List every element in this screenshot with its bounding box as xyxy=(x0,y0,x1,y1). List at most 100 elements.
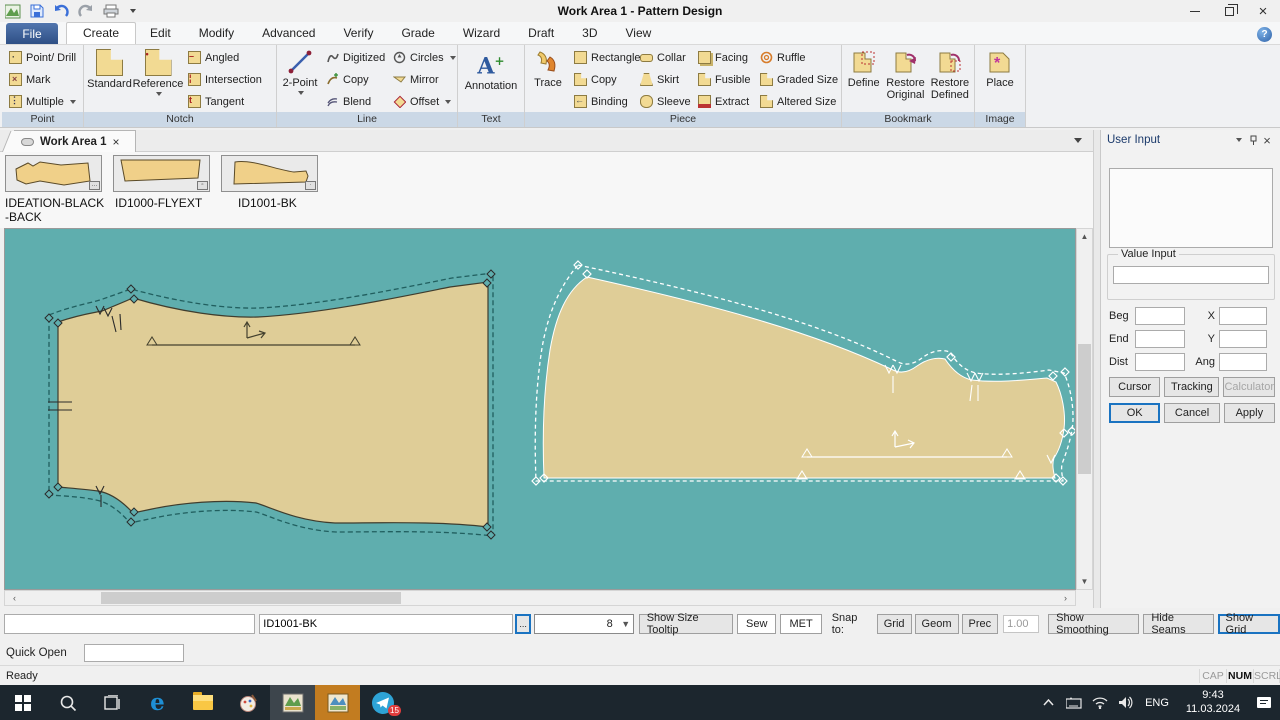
line-circles-button[interactable]: Circles xyxy=(390,48,452,67)
prompt-list-box[interactable] xyxy=(1109,168,1273,248)
taskbar-edge-button[interactable]: e xyxy=(135,685,180,720)
ang-field[interactable] xyxy=(1219,353,1267,371)
help-icon[interactable]: ? xyxy=(1257,27,1272,42)
scroll-left-icon[interactable]: ‹ xyxy=(7,591,22,605)
value-input-field[interactable] xyxy=(1113,266,1269,284)
restore-button[interactable] xyxy=(1212,1,1246,21)
scroll-right-icon[interactable]: › xyxy=(1058,591,1073,605)
line-copy-button[interactable]: Copy xyxy=(323,70,386,89)
multiple-button[interactable]: ⋮Multiple xyxy=(6,92,79,111)
line-blend-button[interactable]: Blend xyxy=(323,92,386,111)
snap-grid-button[interactable]: Grid xyxy=(877,614,912,634)
print-icon[interactable] xyxy=(103,4,119,18)
piece-altered-size-button[interactable]: Altered Size xyxy=(757,92,830,111)
notch-standard-button[interactable]: Standard xyxy=(86,47,133,112)
piece-extract-button[interactable]: Extract xyxy=(695,92,753,111)
notch-intersection-button[interactable]: ¦Intersection xyxy=(185,70,265,89)
point-drill-button[interactable]: ·Point/ Drill xyxy=(6,48,79,67)
menu-verify[interactable]: Verify xyxy=(329,23,387,44)
piece-copy-button[interactable]: +Copy xyxy=(571,70,633,89)
piece-fusible-button[interactable]: Fusible xyxy=(695,70,753,89)
apply-button[interactable]: Apply xyxy=(1224,403,1275,423)
menu-modify[interactable]: Modify xyxy=(185,23,248,44)
bookmark-restore-original-button[interactable]: Restore Original xyxy=(883,47,927,112)
pattern-piece-left[interactable] xyxy=(45,270,495,539)
image-place-button[interactable]: * Place xyxy=(977,47,1023,112)
qat-more-icon[interactable] xyxy=(130,9,136,13)
piece-ruffle-button[interactable]: Ruffle xyxy=(757,48,830,67)
thumbnail-ideation-black-back[interactable]: … xyxy=(5,155,102,192)
language-indicator[interactable]: ENG xyxy=(1140,697,1174,709)
pattern-piece-right-selected[interactable] xyxy=(532,261,1075,485)
line-mirror-button[interactable]: Mirror xyxy=(390,70,452,89)
snap-geom-button[interactable]: Geom xyxy=(915,614,959,634)
taskbar-file-explorer-button[interactable] xyxy=(180,685,225,720)
cancel-button[interactable]: Cancel xyxy=(1164,403,1219,423)
show-size-tooltip-button[interactable]: Show Size Tooltip xyxy=(639,614,733,634)
menu-edit[interactable]: Edit xyxy=(136,23,185,44)
taskbar-paint-button[interactable] xyxy=(225,685,270,720)
cursor-button[interactable]: Cursor xyxy=(1109,377,1160,397)
panel-close-icon[interactable]: × xyxy=(1260,133,1274,147)
line-digitized-button[interactable]: Digitized xyxy=(323,48,386,67)
y-field[interactable] xyxy=(1219,330,1267,348)
panel-splitter[interactable] xyxy=(1093,130,1100,608)
action-center-icon[interactable] xyxy=(1252,685,1276,720)
quick-open-field[interactable] xyxy=(84,644,184,662)
line-2point-button[interactable]: 2-Point xyxy=(279,47,321,112)
piece-name-field[interactable] xyxy=(259,614,513,634)
annotation-button[interactable]: A+ Annotation xyxy=(460,47,522,112)
task-view-button[interactable] xyxy=(90,685,135,720)
vertical-scrollbar[interactable]: ▲ ▼ xyxy=(1076,228,1093,590)
piece-binding-button[interactable]: ←Binding xyxy=(571,92,633,111)
menu-file[interactable]: File xyxy=(6,23,58,44)
scroll-down-icon[interactable]: ▼ xyxy=(1077,574,1092,589)
panel-pin-icon[interactable] xyxy=(1246,133,1260,147)
minimize-button[interactable] xyxy=(1178,1,1212,21)
x-field[interactable] xyxy=(1219,307,1267,325)
menu-wizard[interactable]: Wizard xyxy=(449,23,514,44)
menu-create[interactable]: Create xyxy=(66,22,136,44)
bookmark-restore-defined-button[interactable]: Restore Defined xyxy=(928,47,972,112)
panel-dropdown-icon[interactable] xyxy=(1232,133,1246,147)
end-field[interactable] xyxy=(1135,330,1185,348)
tray-chevron-up-icon[interactable] xyxy=(1036,685,1060,720)
menu-advanced[interactable]: Advanced xyxy=(248,23,329,44)
pattern-canvas-svg[interactable] xyxy=(5,229,1075,589)
tracking-button[interactable]: Tracking xyxy=(1164,377,1219,397)
hide-seams-button[interactable]: Hide Seams xyxy=(1143,614,1213,634)
piece-rectangle-button[interactable]: Rectangle xyxy=(571,48,633,67)
volume-icon[interactable] xyxy=(1114,685,1138,720)
notch-tangent-button[interactable]: tTangent xyxy=(185,92,265,111)
met-button[interactable]: MET xyxy=(780,614,821,634)
tab-work-area-1[interactable]: Work Area 1 × xyxy=(14,130,136,152)
beg-field[interactable] xyxy=(1135,307,1185,325)
horizontal-scrollbar[interactable]: ‹ › xyxy=(4,590,1076,606)
ok-button[interactable]: OK xyxy=(1109,403,1160,423)
wifi-icon[interactable] xyxy=(1088,685,1112,720)
thumbnail-id1000-flyext[interactable]: ▫ xyxy=(113,155,210,192)
sew-button[interactable]: Sew xyxy=(737,614,776,634)
menu-view[interactable]: View xyxy=(612,23,666,44)
size-combobox[interactable]: 8 ▼ xyxy=(534,614,634,634)
piece-trace-button[interactable]: Trace xyxy=(527,47,569,112)
close-button[interactable]: × xyxy=(1246,1,1280,21)
vertical-scroll-thumb[interactable] xyxy=(1078,344,1091,474)
show-smoothing-button[interactable]: Show Smoothing xyxy=(1048,614,1139,634)
tab-list-dropdown-icon[interactable] xyxy=(1074,138,1082,143)
taskbar-pattern-app-button[interactable] xyxy=(270,685,315,720)
notch-angled-button[interactable]: –Angled xyxy=(185,48,265,67)
search-button[interactable] xyxy=(45,685,90,720)
touch-keyboard-icon[interactable] xyxy=(1062,685,1086,720)
redo-icon[interactable] xyxy=(78,4,94,18)
piece-sleeve-button[interactable]: Sleeve xyxy=(637,92,691,111)
browse-button[interactable]: ... xyxy=(515,614,531,634)
piece-graded-size-button[interactable]: Graded Size xyxy=(757,70,830,89)
piece-skirt-button[interactable]: Skirt xyxy=(637,70,691,89)
pattern-canvas[interactable] xyxy=(4,228,1076,590)
horizontal-scroll-thumb[interactable] xyxy=(101,592,401,604)
menu-grade[interactable]: Grade xyxy=(387,23,448,44)
line-offset-button[interactable]: Offset xyxy=(390,92,452,111)
snap-prec-button[interactable]: Prec xyxy=(962,614,999,634)
size-dropdown-icon[interactable]: ▼ xyxy=(619,619,633,629)
